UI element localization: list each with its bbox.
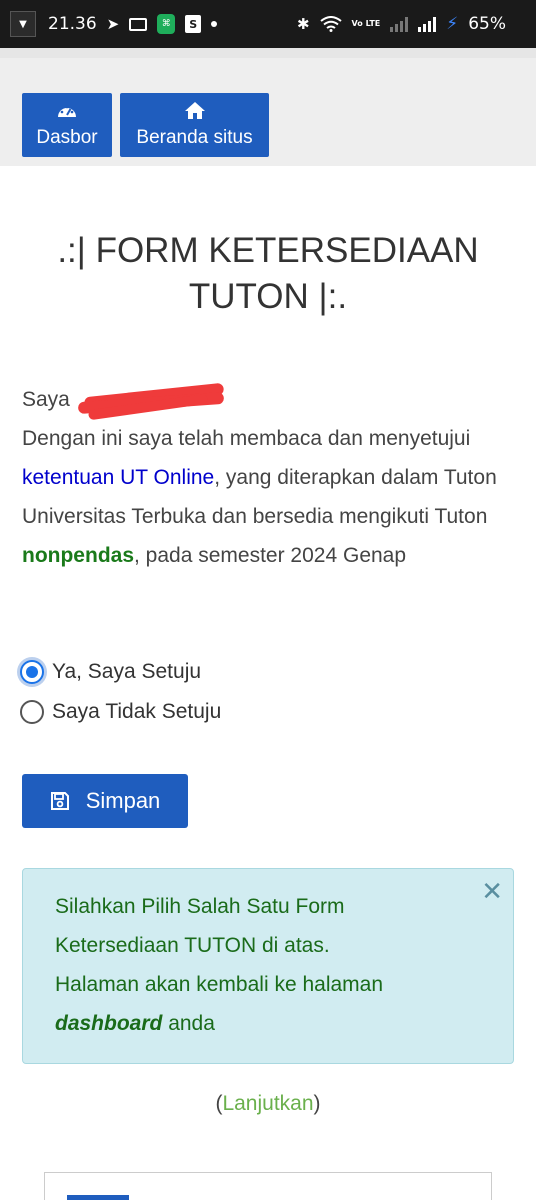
message-icon: [129, 17, 148, 31]
disagree-label[interactable]: Saya Tidak Setuju: [52, 700, 221, 724]
dashboard-label: Dasbor: [36, 127, 98, 148]
continue-link[interactable]: Lanjutkan: [222, 1092, 313, 1115]
close-icon[interactable]: ✕: [481, 877, 503, 907]
paren-close: ): [313, 1092, 321, 1115]
signal-sim2-icon: [418, 16, 437, 32]
agree-radio[interactable]: [20, 660, 44, 684]
statement-text-3: , pada semester 2024 Genap: [134, 544, 407, 567]
disagree-radio[interactable]: [20, 700, 44, 724]
nav-bar: Dasbor Beranda situs: [0, 58, 536, 166]
bluetooth-icon: ✱: [296, 15, 310, 33]
home-icon: [184, 102, 205, 119]
wifi-icon: [319, 16, 342, 32]
continue-line: (Lanjutkan): [0, 1092, 536, 1116]
speedometer-icon: [58, 105, 76, 117]
terms-link[interactable]: ketentuan UT Online: [22, 466, 214, 489]
site-home-label: Beranda situs: [136, 127, 253, 148]
bottom-card: [44, 1172, 492, 1200]
status-time: 21.36: [48, 14, 97, 34]
saya-label: Saya: [22, 388, 70, 411]
program-type: nonpendas: [22, 544, 135, 567]
app-green-icon: ⌘: [157, 14, 176, 34]
floppy-disk-icon: [50, 791, 70, 811]
agree-option[interactable]: Ya, Saya Setuju: [20, 660, 201, 684]
status-bar: ▼ 21.36 ➤ ⌘ S ✱ Vo LTE ⚡ 65%: [0, 0, 536, 48]
save-button[interactable]: Simpan: [22, 774, 188, 828]
statement-text-1: Dengan ini saya telah membaca dan menyet…: [22, 427, 471, 450]
agree-label[interactable]: Ya, Saya Setuju: [52, 660, 201, 684]
telegram-icon: ➤: [106, 15, 120, 33]
alert-text-1: Silahkan Pilih Salah Satu Form Ketersedi…: [55, 895, 345, 957]
agreement-statement: Saya Dengan ini saya telah membaca dan m…: [22, 380, 522, 575]
disagree-option[interactable]: Saya Tidak Setuju: [20, 700, 221, 724]
shopping-bag-icon: S: [185, 15, 202, 33]
site-home-button[interactable]: Beranda situs: [120, 93, 269, 157]
redacted-name: [76, 383, 226, 421]
dashboard-button[interactable]: Dasbor: [22, 93, 112, 157]
save-label: Simpan: [85, 788, 161, 813]
browser-strip: [0, 48, 536, 58]
charging-icon: ⚡: [446, 14, 459, 34]
info-alert: Silahkan Pilih Salah Satu Form Ketersedi…: [22, 868, 514, 1064]
more-notifications-icon: [211, 21, 218, 27]
alert-text-3: anda: [162, 1012, 215, 1035]
signal-sim1-icon: [390, 16, 409, 32]
battery-level: 65%: [468, 14, 506, 34]
app-notification-icon: ▼: [10, 11, 36, 37]
alert-message: Silahkan Pilih Salah Satu Form Ketersedi…: [55, 887, 465, 1043]
page-title: .:| FORM KETERSEDIAAN TUTON |:.: [57, 231, 479, 316]
volte-icon: Vo LTE: [351, 19, 381, 28]
alert-emphasis: dashboard: [55, 1012, 163, 1035]
bottom-card-header: [67, 1195, 129, 1200]
alert-text-2: Halaman akan kembali ke halaman: [55, 973, 384, 996]
